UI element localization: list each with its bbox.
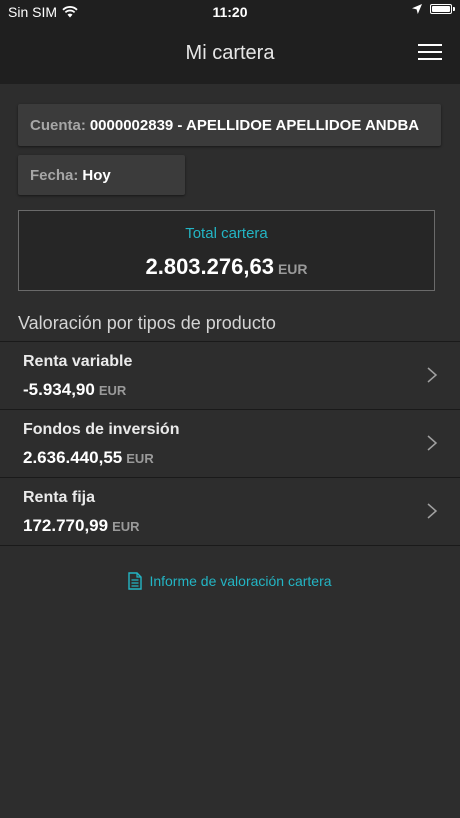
product-amount: -5.934,90 <box>23 380 95 399</box>
product-value-line: 2.636.440,55 EUR <box>23 448 154 468</box>
total-portfolio-card: Total cartera 2.803.276,63 EUR <box>18 210 435 291</box>
status-right-group <box>412 4 455 14</box>
total-currency: EUR <box>277 261 308 277</box>
product-currency: EUR <box>126 451 154 466</box>
product-value-line: -5.934,90 EUR <box>23 380 126 400</box>
hamburger-menu-icon[interactable] <box>418 44 442 62</box>
account-selector[interactable]: Cuenta: 0000002839 - APELLIDOE APELLIDOE… <box>18 104 441 146</box>
date-value: Hoy <box>82 166 111 184</box>
battery-icon <box>430 4 455 14</box>
product-name: Fondos de inversión <box>23 421 180 438</box>
product-amount: 172.770,99 <box>23 516 109 535</box>
chevron-right-icon <box>427 503 438 519</box>
date-selector[interactable]: Fecha: Hoy <box>18 155 185 195</box>
list-item-renta-variable[interactable]: Renta variable -5.934,90 EUR <box>0 341 460 409</box>
date-label: Fecha: <box>30 166 79 184</box>
status-bar: Sin SIM 11:20 <box>0 0 460 24</box>
screen: Sin SIM 11:20 Mi cartera Cuenta: 0000002… <box>0 0 460 818</box>
page-title: Mi cartera <box>185 42 275 64</box>
location-arrow-icon <box>412 4 422 14</box>
product-value-line: 172.770,99 EUR <box>23 516 140 536</box>
list-item-renta-fija[interactable]: Renta fija 172.770,99 EUR <box>0 477 460 546</box>
report-link-label: Informe de valoración cartera <box>149 573 332 589</box>
chevron-right-icon <box>427 367 438 383</box>
document-icon <box>128 572 143 590</box>
valuation-report-link[interactable]: Informe de valoración cartera <box>0 572 460 590</box>
product-name: Renta fija <box>23 489 96 506</box>
list-item-fondos-inversion[interactable]: Fondos de inversión 2.636.440,55 EUR <box>0 409 460 477</box>
total-value-line: 2.803.276,63 EUR <box>19 254 434 280</box>
total-amount: 2.803.276,63 <box>145 254 274 279</box>
total-label: Total cartera <box>185 225 268 242</box>
product-list: Renta variable -5.934,90 EUR Fondos de in… <box>0 341 460 546</box>
account-value: 0000002839 - APELLIDOE APELLIDOE ANDBA <box>89 116 420 134</box>
product-amount: 2.636.440,55 <box>23 448 123 467</box>
product-currency: EUR <box>112 519 140 534</box>
product-currency: EUR <box>98 383 127 398</box>
product-name: Renta variable <box>23 353 133 370</box>
nav-bar: Mi cartera <box>0 24 460 84</box>
chevron-right-icon <box>427 435 438 451</box>
account-label: Cuenta: <box>30 116 86 134</box>
clock: 11:20 <box>212 4 248 20</box>
section-title: Valoración por tipos de producto <box>18 313 276 333</box>
